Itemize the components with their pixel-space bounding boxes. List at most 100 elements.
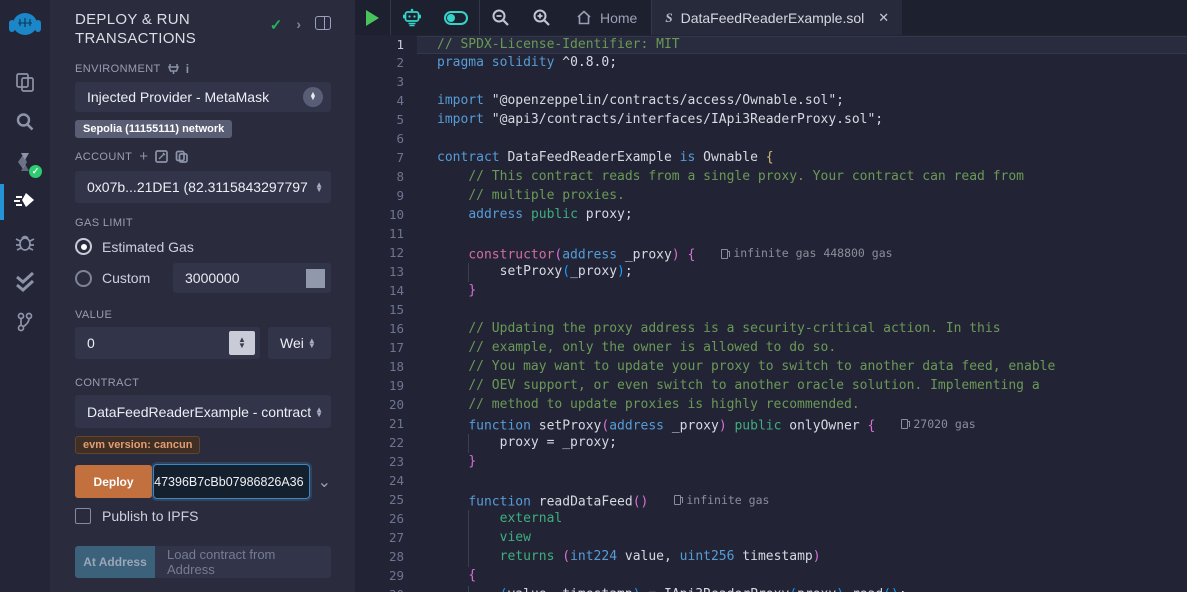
code-line-1[interactable]: 1// SPDX-License-Identifier: MIT: [355, 36, 1187, 55]
tab-home[interactable]: Home: [562, 0, 651, 35]
chevron-down-icon[interactable]: ⌄: [318, 472, 331, 492]
code-line-21[interactable]: 21 function setProxy(address _proxy) pub…: [355, 415, 1187, 434]
line-content[interactable]: import "@openzeppelin/contracts/access/O…: [417, 92, 1187, 111]
copy-account-icon[interactable]: [175, 150, 188, 163]
line-content[interactable]: }: [417, 453, 1187, 472]
code-line-25[interactable]: 25 function readDataFeed()infinite gas: [355, 491, 1187, 510]
line-content[interactable]: [417, 472, 1187, 491]
custom-gas-input[interactable]: 3000000: [173, 263, 331, 293]
run-script-button[interactable]: [355, 0, 390, 35]
line-content[interactable]: view: [417, 529, 1187, 548]
code-line-15[interactable]: 15: [355, 301, 1187, 320]
line-content[interactable]: proxy = _proxy;: [417, 434, 1187, 453]
line-content[interactable]: // This contract reads from a single pro…: [417, 168, 1187, 187]
search-icon[interactable]: [0, 102, 50, 142]
contract-stepper-icon[interactable]: ▲▼: [315, 407, 323, 417]
sign-message-icon[interactable]: [155, 150, 168, 163]
line-content[interactable]: }: [417, 282, 1187, 301]
file-explorer-icon[interactable]: [0, 62, 50, 102]
ai-assistant-button[interactable]: [391, 0, 433, 35]
tab-datafeedreaderexample[interactable]: S DataFeedReaderExample.sol ✕: [652, 0, 902, 35]
code-line-19[interactable]: 19 // OEV support, or even switch to ano…: [355, 377, 1187, 396]
code-line-12[interactable]: 12 constructor(address _proxy) {infinite…: [355, 244, 1187, 263]
at-address-input[interactable]: Load contract from Address: [155, 546, 331, 578]
code-line-27[interactable]: 27 view: [355, 529, 1187, 548]
git-icon[interactable]: [0, 302, 50, 342]
deploy-args-input[interactable]: 0947396B7cBb07986826A36: [153, 464, 310, 499]
publish-ipfs-checkbox[interactable]: [75, 508, 91, 524]
gas-input-handle[interactable]: [306, 269, 325, 288]
environment-select[interactable]: Injected Provider - MetaMask ▲▼: [75, 82, 331, 112]
ai-copilot-toggle[interactable]: [433, 0, 479, 35]
line-content[interactable]: [417, 301, 1187, 320]
plug-icon[interactable]: [168, 63, 179, 75]
panel-forward-icon[interactable]: ›: [296, 16, 301, 32]
code-line-8[interactable]: 8 // This contract reads from a single p…: [355, 168, 1187, 187]
code-line-28[interactable]: 28 returns (int224 value, uint256 timest…: [355, 548, 1187, 567]
line-content[interactable]: // method to update proxies is highly re…: [417, 396, 1187, 415]
code-line-9[interactable]: 9 // multiple proxies.: [355, 187, 1187, 206]
code-line-23[interactable]: 23 }: [355, 453, 1187, 472]
deploy-and-run-icon[interactable]: [0, 182, 50, 222]
line-content[interactable]: setProxy(_proxy);: [417, 263, 1187, 282]
line-content[interactable]: // OEV support, or even switch to anothe…: [417, 377, 1187, 396]
line-content[interactable]: // example, only the owner is allowed to…: [417, 339, 1187, 358]
close-icon[interactable]: ✕: [878, 10, 889, 26]
line-content[interactable]: function readDataFeed()infinite gas: [417, 491, 1187, 510]
code-line-30[interactable]: 30 (value, timestamp) = IApi3ReaderProxy…: [355, 586, 1187, 592]
value-input[interactable]: 0 ▲▼: [75, 327, 260, 359]
code-line-4[interactable]: 4import "@openzeppelin/contracts/access/…: [355, 92, 1187, 111]
custom-gas-radio[interactable]: [75, 270, 92, 287]
deploy-button[interactable]: Deploy: [75, 465, 152, 498]
code-line-7[interactable]: 7contract DataFeedReaderExample is Ownab…: [355, 149, 1187, 168]
line-content[interactable]: // SPDX-License-Identifier: MIT: [417, 36, 1187, 55]
code-line-14[interactable]: 14 }: [355, 282, 1187, 301]
info-icon[interactable]: i: [186, 62, 190, 76]
add-account-icon[interactable]: +: [139, 148, 148, 165]
code-line-10[interactable]: 10 address public proxy;: [355, 206, 1187, 225]
line-content[interactable]: pragma solidity ^0.8.0;: [417, 54, 1187, 73]
account-select[interactable]: 0x07b...21DE1 (82.3115843297797 ▲▼: [75, 171, 331, 203]
code-line-20[interactable]: 20 // method to update proxies is highly…: [355, 396, 1187, 415]
line-content[interactable]: // You may want to update your proxy to …: [417, 358, 1187, 377]
code-editor[interactable]: 1// SPDX-License-Identifier: MIT2pragma …: [355, 35, 1187, 592]
line-content[interactable]: (value, timestamp) = IApi3ReaderProxy(pr…: [417, 586, 1187, 592]
code-line-16[interactable]: 16 // Updating the proxy address is a se…: [355, 320, 1187, 339]
line-content[interactable]: [417, 225, 1187, 244]
at-address-button[interactable]: At Address: [75, 546, 155, 578]
account-stepper-icon[interactable]: ▲▼: [315, 182, 323, 192]
debugger-icon[interactable]: [0, 222, 50, 262]
value-unit-select[interactable]: Wei ▲▼: [268, 327, 331, 359]
zoom-in-button[interactable]: [521, 0, 562, 35]
line-content[interactable]: import "@api3/contracts/interfaces/IApi3…: [417, 111, 1187, 130]
contract-select[interactable]: DataFeedReaderExample - contracts ▲▼: [75, 395, 331, 428]
line-content[interactable]: constructor(address _proxy) {infinite ga…: [417, 244, 1187, 263]
line-content[interactable]: [417, 73, 1187, 92]
line-content[interactable]: returns (int224 value, uint256 timestamp…: [417, 548, 1187, 567]
unit-stepper-icon[interactable]: ▲▼: [308, 338, 316, 348]
code-line-2[interactable]: 2pragma solidity ^0.8.0;: [355, 54, 1187, 73]
zoom-out-button[interactable]: [480, 0, 521, 35]
code-line-18[interactable]: 18 // You may want to update your proxy …: [355, 358, 1187, 377]
code-line-26[interactable]: 26 external: [355, 510, 1187, 529]
code-line-5[interactable]: 5import "@api3/contracts/interfaces/IApi…: [355, 111, 1187, 130]
line-content[interactable]: external: [417, 510, 1187, 529]
code-line-17[interactable]: 17 // example, only the owner is allowed…: [355, 339, 1187, 358]
value-stepper-icon[interactable]: ▲▼: [229, 331, 255, 355]
remix-logo-icon[interactable]: [0, 8, 50, 48]
line-content[interactable]: [417, 130, 1187, 149]
line-content[interactable]: // multiple proxies.: [417, 187, 1187, 206]
code-line-13[interactable]: 13 setProxy(_proxy);: [355, 263, 1187, 282]
solidity-compiler-icon[interactable]: ✓: [0, 142, 50, 182]
line-content[interactable]: function setProxy(address _proxy) public…: [417, 415, 1187, 434]
code-line-24[interactable]: 24: [355, 472, 1187, 491]
code-line-11[interactable]: 11: [355, 225, 1187, 244]
code-line-6[interactable]: 6: [355, 130, 1187, 149]
line-content[interactable]: contract DataFeedReaderExample is Ownabl…: [417, 149, 1187, 168]
estimated-gas-radio[interactable]: [75, 238, 92, 255]
code-line-3[interactable]: 3: [355, 73, 1187, 92]
code-line-29[interactable]: 29 {: [355, 567, 1187, 586]
code-line-22[interactable]: 22 proxy = _proxy;: [355, 434, 1187, 453]
line-content[interactable]: // Updating the proxy address is a secur…: [417, 320, 1187, 339]
line-content[interactable]: {: [417, 567, 1187, 586]
